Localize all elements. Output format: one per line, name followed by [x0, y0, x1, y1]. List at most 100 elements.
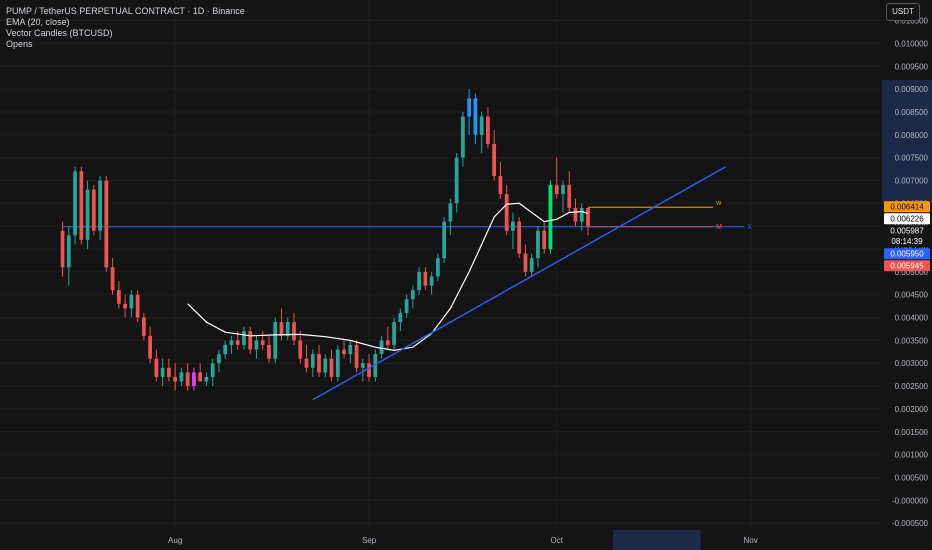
candle-body	[273, 322, 278, 359]
candle-body	[498, 175, 503, 195]
candle-body	[66, 235, 71, 268]
y-tick-label: 0.004500	[895, 291, 929, 300]
candle-body	[385, 340, 390, 345]
candle-body	[467, 98, 472, 117]
candle-body	[98, 180, 102, 231]
candle-body	[410, 290, 415, 300]
candle-body	[217, 354, 221, 364]
candle-body	[360, 363, 365, 368]
candle-body	[542, 230, 547, 250]
y-tick-label: 0.009500	[895, 62, 929, 71]
y-tick-label: 0.007500	[895, 154, 929, 163]
x-tick-label: Sep	[362, 536, 377, 545]
candle-body	[423, 271, 428, 286]
candle-body	[517, 221, 522, 254]
legend-title[interactable]: PUMP / TetherUS PERPETUAL CONTRACT · 1D …	[6, 6, 245, 17]
candle-body	[160, 367, 165, 377]
candle-body	[404, 299, 409, 313]
candle	[354, 340, 359, 373]
y-tick-label: 0.003500	[895, 336, 929, 345]
candle-body	[223, 344, 228, 355]
candle-body	[248, 331, 253, 350]
y-tick-label: 0.008500	[895, 108, 929, 117]
candle-body	[448, 203, 453, 222]
candle-body	[548, 185, 553, 250]
y-tick-label: 0.008000	[895, 131, 929, 140]
candle-body	[116, 290, 121, 304]
candle-body	[135, 294, 140, 318]
candle-body	[298, 340, 303, 359]
candle-body	[335, 349, 340, 377]
y-tick-label: -0.000500	[892, 519, 929, 528]
candle-body	[504, 194, 509, 231]
candle	[273, 317, 278, 364]
candle-body	[317, 354, 321, 373]
candle-body	[354, 344, 359, 368]
y-tick-label: 0.000500	[895, 473, 929, 482]
candle-body	[154, 358, 159, 377]
candle-body	[486, 116, 490, 144]
candle-body	[260, 340, 265, 345]
candle	[79, 166, 84, 245]
level-label-horizontal: X	[747, 224, 752, 231]
price-label-text: 0.005945	[890, 262, 924, 271]
candle-body	[342, 349, 346, 355]
legend-opens[interactable]: Opens	[6, 39, 245, 50]
candle-body	[242, 331, 246, 345]
legend-ema[interactable]: EMA (20, close)	[6, 17, 245, 28]
candle-body	[85, 189, 90, 240]
candle	[548, 180, 553, 254]
x-tick-label: Oct	[550, 536, 563, 545]
price-labels: 0.0064140.0062260.00598708:14:390.005950…	[884, 201, 930, 272]
candle-body	[529, 258, 534, 272]
candle-body	[367, 363, 371, 377]
price-label: 0.005945	[884, 260, 930, 272]
price-axis[interactable]: 0.0105000.0100000.0095000.0090000.008500…	[892, 17, 929, 529]
candle-body	[104, 180, 109, 268]
y-tick-label: 0.009000	[895, 85, 929, 94]
price-label-text: 0.006414	[890, 203, 924, 212]
y-tick-label: -0.000000	[892, 496, 929, 505]
candle-body	[285, 322, 290, 336]
candle-body	[435, 258, 440, 277]
candlestick-chart[interactable]: XwM 0.0105000.0100000.0095000.0090000.00…	[0, 0, 932, 550]
candle-body	[198, 372, 203, 382]
candle-body	[379, 340, 384, 355]
candle-body	[473, 98, 478, 135]
chart-legend: PUMP / TetherUS PERPETUAL CONTRACT · 1D …	[6, 6, 245, 50]
price-label-text: 0.006226	[890, 215, 924, 224]
x-tick-label: Nov	[744, 536, 758, 545]
candle-body	[91, 189, 96, 231]
candle-body	[579, 207, 584, 222]
candle-body	[141, 317, 146, 336]
candle-body	[329, 358, 334, 377]
candle-body	[192, 372, 196, 387]
legend-vector-candles[interactable]: Vector Candles (BTCUSD)	[6, 28, 245, 39]
candle-body	[304, 358, 309, 368]
candle-body	[567, 185, 572, 208]
candle-body	[492, 143, 497, 176]
candle-body	[348, 344, 353, 355]
candle-body	[267, 344, 271, 359]
candle-body	[310, 354, 315, 368]
candle-body	[554, 185, 559, 195]
candle	[104, 175, 109, 272]
currency-unit-button[interactable]: USDT	[886, 3, 920, 21]
candle-body	[254, 340, 259, 350]
candle-body	[173, 376, 178, 382]
candle-body	[561, 185, 565, 195]
candle-body	[167, 367, 171, 377]
y-tick-label: 0.001000	[895, 451, 929, 460]
candle-body	[429, 276, 434, 286]
time-axis-highlight	[613, 530, 701, 550]
candle-body	[129, 294, 134, 309]
candle-body	[292, 322, 296, 341]
y-tick-label: 0.007000	[895, 176, 929, 185]
candle	[335, 344, 340, 382]
candle-body	[229, 340, 234, 345]
candle-body	[73, 171, 77, 236]
candle	[517, 217, 522, 259]
x-tick-label: Aug	[168, 536, 182, 545]
y-tick-label: 0.001500	[895, 428, 929, 437]
candle-body	[179, 372, 184, 382]
